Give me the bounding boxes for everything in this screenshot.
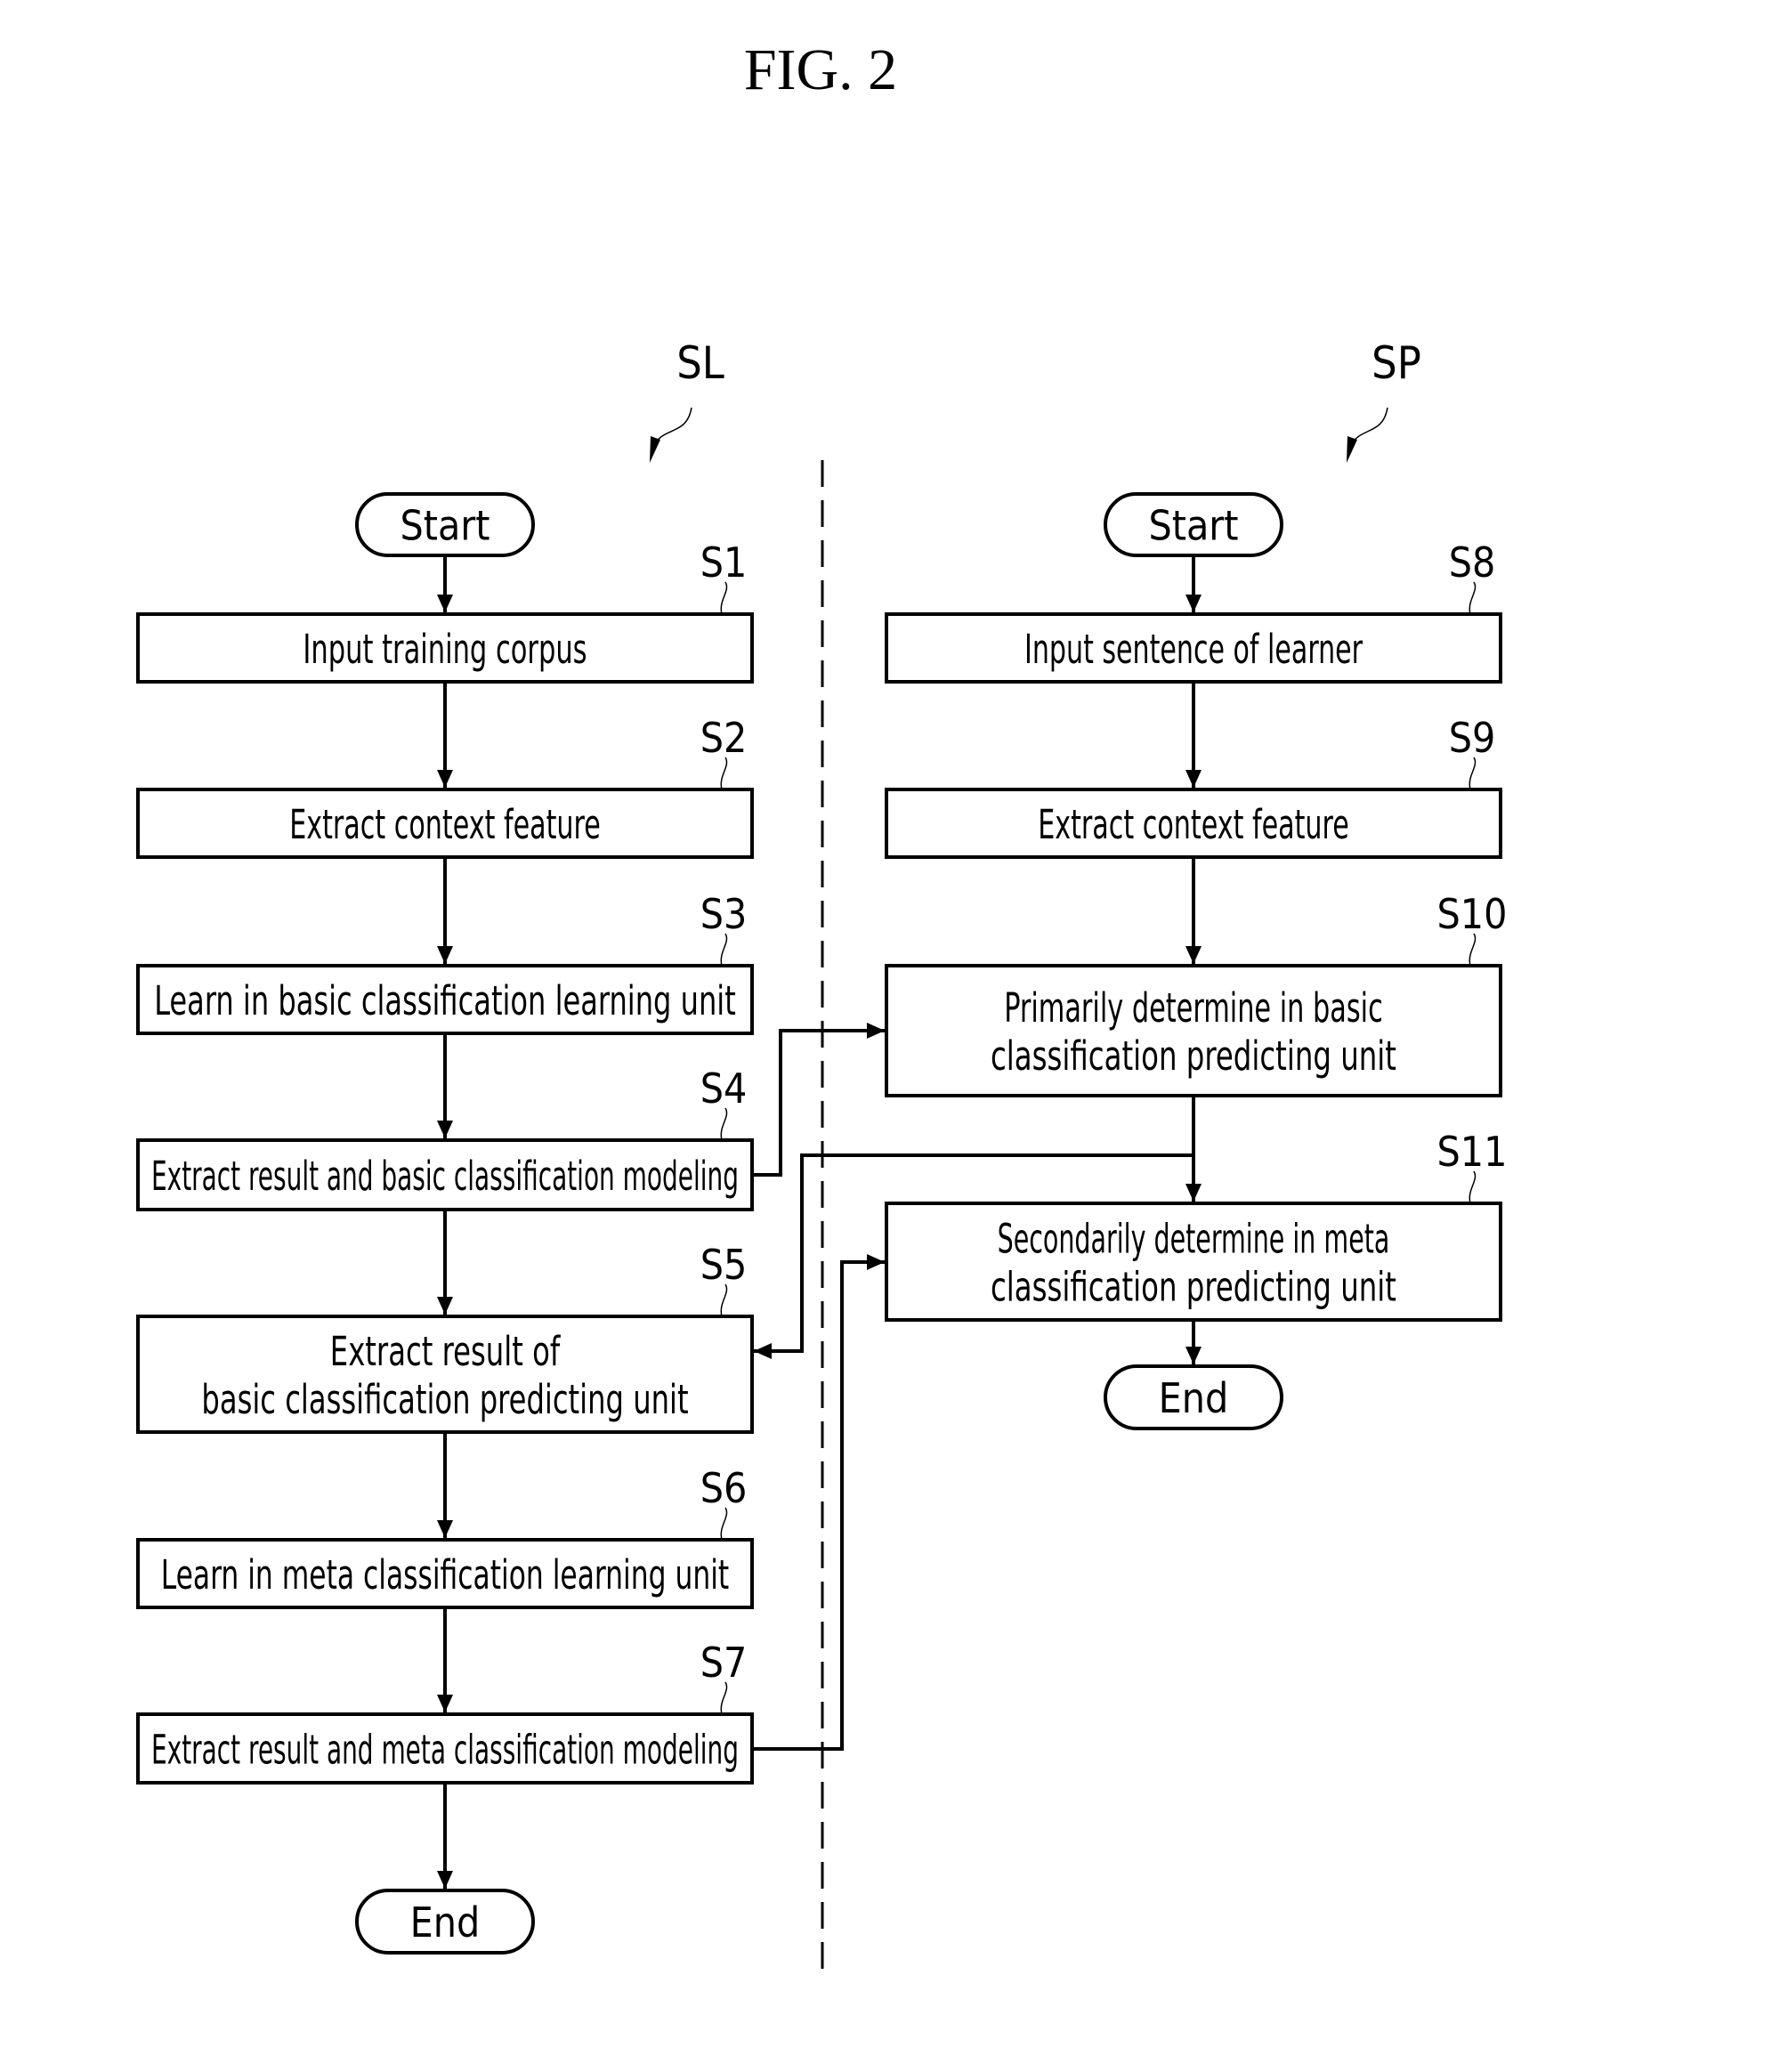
step-id-leader bbox=[1469, 581, 1477, 615]
step-id-leader bbox=[1469, 1170, 1477, 1204]
step-id-s11: S11 bbox=[1437, 1128, 1508, 1176]
step-id-s4: S4 bbox=[700, 1064, 748, 1113]
start-label: Start bbox=[1148, 502, 1238, 550]
step-id-leader bbox=[720, 1681, 728, 1715]
leader-arrow-icon bbox=[1347, 436, 1357, 463]
step-text: classification predicting unit bbox=[991, 1032, 1396, 1080]
start-label: Start bbox=[400, 502, 490, 550]
step-text: classification predicting unit bbox=[991, 1264, 1396, 1311]
step-id-s8: S8 bbox=[1449, 538, 1496, 587]
step-text: Extract result and meta classification m… bbox=[151, 1727, 739, 1774]
flow-label-sp: SP bbox=[1371, 337, 1421, 389]
connector-s7-to-s11 bbox=[752, 1254, 885, 1751]
step-id-leader bbox=[720, 1283, 728, 1317]
step-id-leader bbox=[720, 1507, 728, 1541]
step-text: Input training corpus bbox=[303, 626, 587, 673]
step-id-s3: S3 bbox=[700, 890, 748, 938]
step-id-leader bbox=[720, 933, 728, 967]
step-text: Extract result of bbox=[330, 1328, 562, 1375]
step-text: Input sentence of learner bbox=[1024, 626, 1363, 673]
step-id-s9: S9 bbox=[1449, 714, 1496, 762]
connector-s4-to-s10 bbox=[752, 1023, 885, 1177]
step-text: Extract result and basic classification … bbox=[151, 1153, 739, 1200]
step-id-s5: S5 bbox=[700, 1241, 748, 1289]
step-id-leader bbox=[720, 1107, 728, 1141]
step-text: Extract context feature bbox=[1038, 801, 1349, 848]
flowchart: FIG. 2 SL Start S1 Input training corpus S2 E… bbox=[136, 37, 1508, 1982]
step-id-s2: S2 bbox=[700, 714, 748, 762]
end-label: End bbox=[410, 1898, 481, 1947]
step-id-leader bbox=[720, 581, 728, 615]
step-id-leader bbox=[1469, 757, 1477, 790]
step-id-s10: S10 bbox=[1437, 890, 1508, 938]
figure-title: FIG. 2 bbox=[744, 37, 897, 102]
step-text: Learn in basic classification learning u… bbox=[154, 977, 736, 1024]
step-text: Learn in meta classification learning un… bbox=[161, 1551, 729, 1599]
step-text: Primarily determine in basic bbox=[1004, 984, 1383, 1032]
step-id-s6: S6 bbox=[700, 1464, 748, 1512]
end-label: End bbox=[1159, 1374, 1229, 1422]
step-text: Secondarily determine in meta bbox=[998, 1216, 1390, 1263]
step-id-s1: S1 bbox=[700, 538, 748, 587]
step-text: Extract context feature bbox=[289, 801, 601, 848]
step-id-s7: S7 bbox=[700, 1639, 748, 1687]
step-id-leader bbox=[1469, 933, 1477, 967]
leader-arrow-icon bbox=[650, 436, 660, 463]
leader-line bbox=[654, 407, 692, 444]
step-id-leader bbox=[720, 757, 728, 790]
leader-line bbox=[1351, 407, 1388, 444]
flow-label-sl: SL bbox=[676, 337, 724, 389]
step-text: basic classification predicting unit bbox=[201, 1376, 688, 1423]
